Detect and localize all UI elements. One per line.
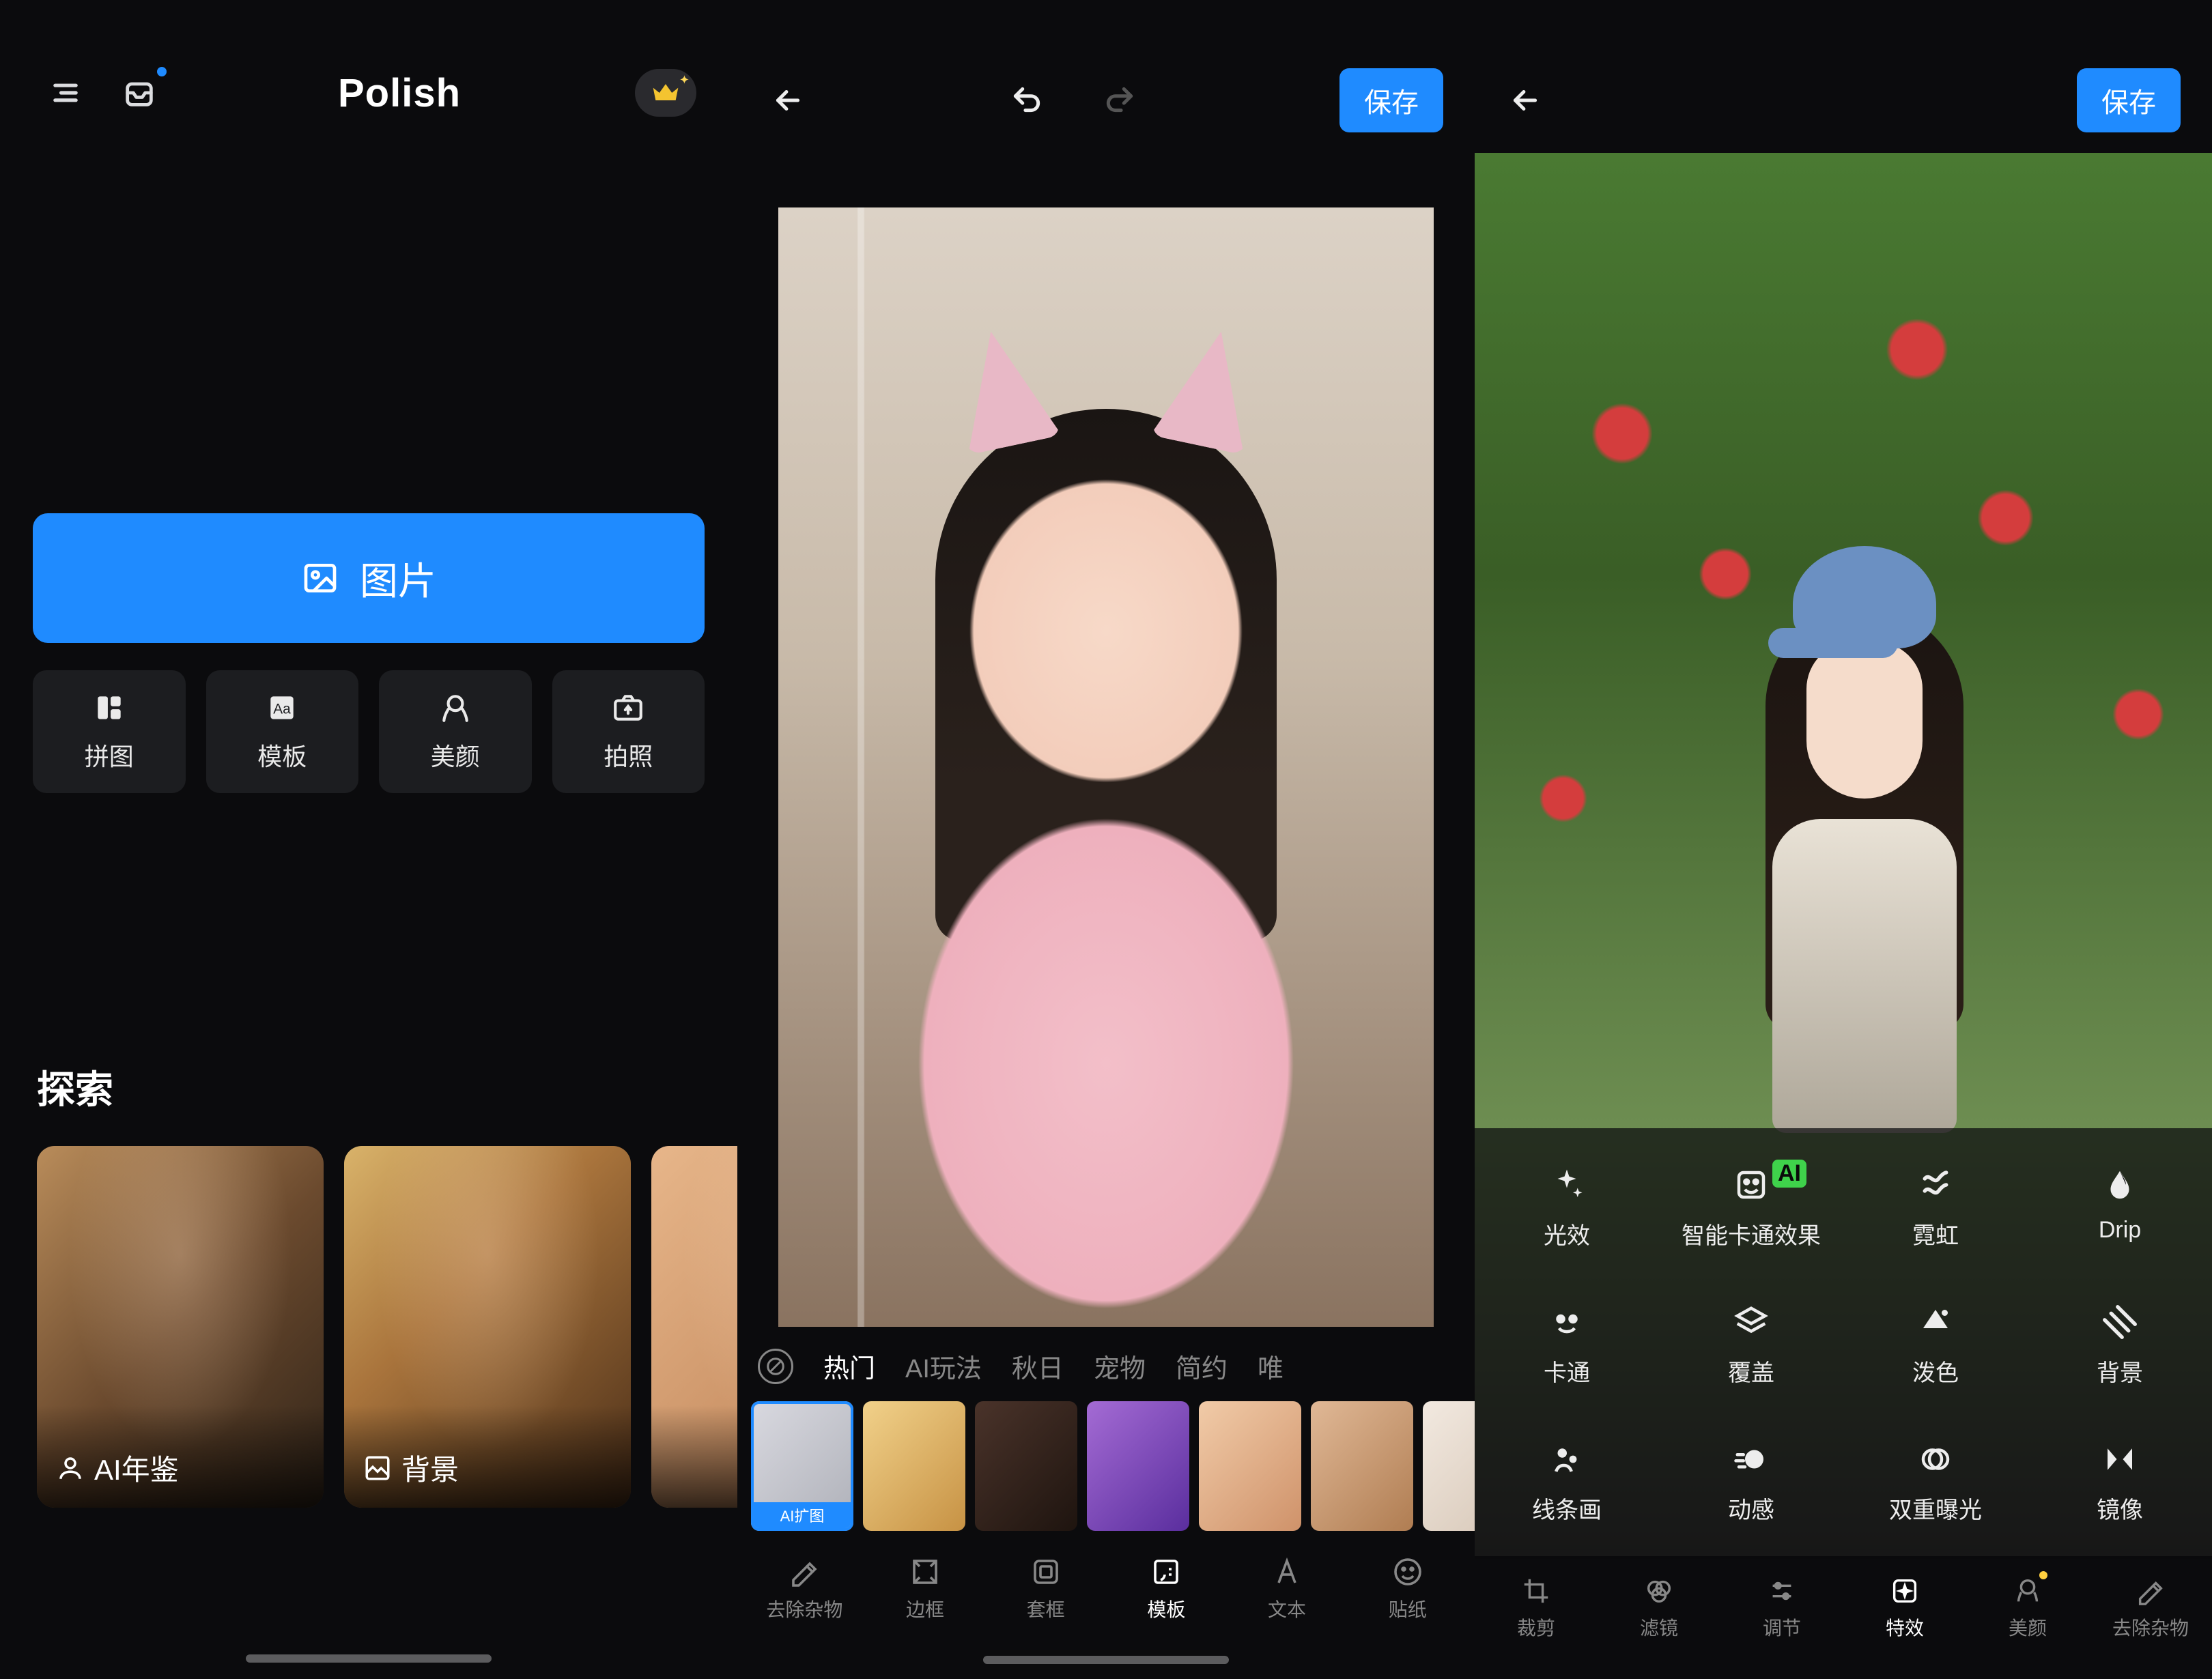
- toolbar-adjust[interactable]: 调节: [1720, 1575, 1843, 1641]
- explore-card-label: 背景: [401, 1447, 459, 1489]
- template-thumb[interactable]: [1199, 1401, 1301, 1531]
- editor-bottom-toolbar: 去除杂物 边框 套框 模板 文本 贴纸: [737, 1538, 1475, 1629]
- fx-mirror[interactable]: 镜像: [2028, 1441, 2212, 1525]
- template-thumb[interactable]: [975, 1401, 1077, 1531]
- app-title: Polish: [164, 70, 635, 116]
- tab-more[interactable]: 唯: [1258, 1347, 1284, 1385]
- explore-card-label: AI年鉴: [94, 1447, 179, 1489]
- fx-smart-cartoon[interactable]: AI 智能卡通效果: [1659, 1166, 1843, 1250]
- tab-none[interactable]: [758, 1349, 793, 1384]
- fx-splash[interactable]: 泼色: [1843, 1304, 2028, 1388]
- explore-card-ai-yearbook[interactable]: AI年鉴: [37, 1146, 324, 1508]
- explore-row[interactable]: AI年鉴 背景: [37, 1146, 737, 1508]
- premium-crown-badge[interactable]: ✦: [635, 69, 696, 117]
- template-thumb[interactable]: [863, 1401, 965, 1531]
- fx-motion[interactable]: 动感: [1659, 1441, 1843, 1525]
- editor-bottom-toolbar: 裁剪 滤镜 调节 特效 美颜 去除杂物: [1475, 1559, 2212, 1679]
- quick-template-button[interactable]: Aa 模板: [206, 670, 359, 793]
- template-thumb-selected[interactable]: AI扩图: [751, 1401, 853, 1531]
- toolbar-remove[interactable]: 去除杂物: [744, 1555, 865, 1622]
- tab-simple[interactable]: 简约: [1176, 1347, 1228, 1385]
- fx-double-exposure[interactable]: 双重曝光: [1843, 1441, 2028, 1525]
- fx-cartoon[interactable]: 卡通: [1475, 1304, 1659, 1388]
- explore-card-more[interactable]: [651, 1146, 737, 1508]
- menu-icon[interactable]: [41, 68, 90, 117]
- toolbar-remove[interactable]: 去除杂物: [2089, 1575, 2212, 1641]
- tab-ai-play[interactable]: AI玩法: [905, 1347, 982, 1385]
- new-dot: [2039, 1571, 2047, 1579]
- fx-sketch[interactable]: 线条画: [1475, 1441, 1659, 1525]
- svg-text:Aa: Aa: [274, 701, 292, 717]
- quick-template-label: 模板: [257, 737, 307, 773]
- quick-collage-label: 拼图: [85, 737, 134, 773]
- toolbar-sticker[interactable]: 贴纸: [1347, 1555, 1468, 1622]
- sparkle-icon: ✦: [679, 73, 690, 87]
- toolbar-frame[interactable]: 套框: [985, 1555, 1106, 1622]
- back-button[interactable]: [769, 81, 807, 119]
- explore-card-background[interactable]: 背景: [344, 1146, 631, 1508]
- effects-editor-screen: 保存 光效 AI 智能卡通效果 霓虹: [1475, 0, 2212, 1679]
- toolbar-border[interactable]: 边框: [865, 1555, 986, 1622]
- fx-overlay[interactable]: 覆盖: [1659, 1304, 1843, 1388]
- open-image-label: 图片: [360, 551, 436, 606]
- home-indicator: [983, 1656, 1229, 1664]
- tab-autumn[interactable]: 秋日: [1012, 1347, 1064, 1385]
- fx-drip[interactable]: Drip: [2028, 1166, 2212, 1250]
- home-indicator: [246, 1654, 492, 1663]
- toolbar-crop[interactable]: 裁剪: [1475, 1575, 1598, 1641]
- template-thumb[interactable]: [1311, 1401, 1413, 1531]
- effects-panel: 光效 AI 智能卡通效果 霓虹 Drip 卡通 覆盖: [1475, 1128, 2212, 1559]
- open-image-button[interactable]: 图片: [33, 513, 705, 643]
- quick-collage-button[interactable]: 拼图: [33, 670, 186, 793]
- editor-canvas[interactable]: rjshe.com: [778, 207, 1434, 1327]
- tab-hot[interactable]: 热门: [823, 1347, 875, 1385]
- inbox-icon[interactable]: [115, 68, 164, 117]
- save-button[interactable]: 保存: [2077, 68, 2181, 132]
- home-screen: Polish ✦ 图片 拼图 Aa 模板 美颜 拍照: [0, 0, 737, 1679]
- toolbar-template[interactable]: 模板: [1106, 1555, 1227, 1622]
- template-thumbnails[interactable]: AI扩图: [737, 1392, 1475, 1538]
- toolbar-text[interactable]: 文本: [1227, 1555, 1348, 1622]
- notification-dot: [157, 67, 167, 76]
- fx-background[interactable]: 背景: [2028, 1304, 2212, 1388]
- template-thumb[interactable]: [1423, 1401, 1475, 1531]
- explore-heading: 探索: [37, 1059, 700, 1115]
- tab-pets[interactable]: 宠物: [1094, 1347, 1146, 1385]
- toolbar-effects[interactable]: 特效: [1843, 1575, 1966, 1641]
- template-badge: AI扩图: [754, 1502, 851, 1528]
- template-editor-screen: 保存 rjshe.com 热门 AI玩法 秋日 宠物 简约 唯 AI扩图 去: [737, 0, 1475, 1679]
- template-thumb[interactable]: [1087, 1401, 1189, 1531]
- ai-badge: AI: [1772, 1160, 1806, 1188]
- template-category-tabs: 热门 AI玩法 秋日 宠物 简约 唯: [737, 1327, 1475, 1392]
- quick-beauty-button[interactable]: 美颜: [379, 670, 532, 793]
- fx-light[interactable]: 光效: [1475, 1166, 1659, 1250]
- quick-camera-button[interactable]: 拍照: [552, 670, 705, 793]
- toolbar-filter[interactable]: 滤镜: [1598, 1575, 1720, 1641]
- quick-beauty-label: 美颜: [431, 737, 480, 773]
- back-button[interactable]: [1506, 81, 1544, 119]
- quick-camera-label: 拍照: [604, 737, 653, 773]
- toolbar-beauty[interactable]: 美颜: [1966, 1575, 2089, 1641]
- undo-button[interactable]: [1008, 81, 1046, 119]
- save-button[interactable]: 保存: [1339, 68, 1443, 132]
- fx-neon[interactable]: 霓虹: [1843, 1166, 2028, 1250]
- redo-button[interactable]: [1101, 81, 1139, 119]
